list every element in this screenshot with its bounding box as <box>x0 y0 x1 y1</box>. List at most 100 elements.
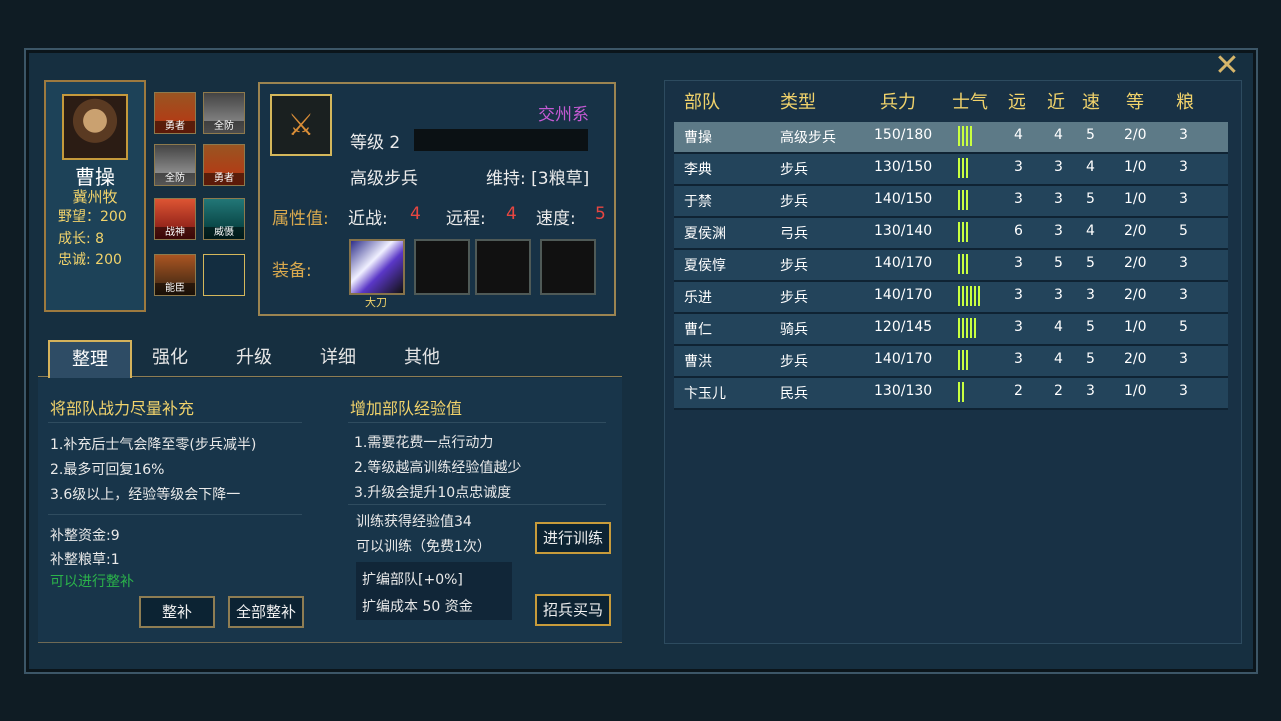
level-progress-bar <box>414 129 588 151</box>
hero-ambition: 野望：200 <box>58 209 127 225</box>
cell-range: 3 <box>1014 159 1023 175</box>
skill-icon[interactable]: 全防 <box>203 92 245 134</box>
table-row[interactable]: 曹洪 步兵 140/170 3 4 5 2/0 3 <box>674 346 1228 378</box>
table-row[interactable]: 夏侯惇 步兵 140/170 3 5 5 2/0 3 <box>674 250 1228 282</box>
cell-type: 步兵 <box>780 354 808 370</box>
tab-enhance[interactable]: 强化 <box>138 340 202 376</box>
table-row[interactable]: 曹仁 骑兵 120/145 3 4 5 1/0 5 <box>674 314 1228 346</box>
cell-unit: 曹仁 <box>684 322 712 338</box>
skill-label: 威慑 <box>204 227 244 239</box>
expand-info: 扩编部队[+0%] <box>362 572 463 588</box>
header-speed: 速 <box>1082 92 1100 113</box>
table-row[interactable]: 于禁 步兵 140/150 3 3 5 1/0 3 <box>674 186 1228 218</box>
header-range: 远 <box>1008 92 1026 113</box>
cell-unit: 曹操 <box>684 130 712 146</box>
weapon-slot[interactable] <box>349 239 405 295</box>
ranged-label: 远程: <box>446 209 486 229</box>
cell-type: 步兵 <box>780 194 808 210</box>
cell-food: 3 <box>1179 191 1188 207</box>
header-morale: 士气 <box>952 92 988 113</box>
hero-loyalty: 忠诚: 200 <box>58 252 122 268</box>
cell-type: 骑兵 <box>780 322 808 338</box>
table-row[interactable]: 曹操 高级步兵 150/180 4 4 5 2/0 3 <box>674 122 1228 154</box>
supply-all-button[interactable]: 全部整补 <box>228 596 304 628</box>
skill-icon[interactable]: 能臣 <box>154 254 196 296</box>
cell-unit: 李典 <box>684 162 712 178</box>
morale-bar <box>958 126 974 146</box>
unit-type-icon: ⚔ <box>270 94 332 156</box>
train-title: 增加部队经验值 <box>350 399 463 418</box>
equipment-slot[interactable] <box>414 239 470 295</box>
equipment-slot[interactable] <box>540 239 596 295</box>
skill-label: 能臣 <box>155 283 195 295</box>
close-icon[interactable]: ✕ <box>1212 51 1242 81</box>
table-row[interactable]: 乐进 步兵 140/170 3 3 3 2/0 3 <box>674 282 1228 314</box>
cell-melee: 4 <box>1054 127 1063 143</box>
empty-skill-slot[interactable] <box>203 254 245 296</box>
table-row[interactable]: 夏侯渊 弓兵 130/140 6 3 4 2/0 5 <box>674 218 1228 250</box>
cell-level: 1/0 <box>1124 159 1147 175</box>
tab-upgrade[interactable]: 升级 <box>222 340 286 376</box>
skill-icon[interactable]: 威慑 <box>203 198 245 240</box>
unit-type: 高级步兵 <box>350 169 418 189</box>
train-button[interactable]: 进行训练 <box>535 522 611 554</box>
cell-speed: 4 <box>1086 223 1095 239</box>
maintenance-cost: 维持: [3粮草] <box>486 169 590 189</box>
skill-icon[interactable]: 战神 <box>154 198 196 240</box>
cell-type: 高级步兵 <box>780 130 836 146</box>
recruit-button[interactable]: 招兵买马 <box>535 594 611 626</box>
cell-speed: 3 <box>1086 287 1095 303</box>
cell-troops: 140/170 <box>874 287 933 303</box>
skill-icon[interactable]: 勇者 <box>203 144 245 186</box>
cell-food: 3 <box>1179 255 1188 271</box>
cell-type: 步兵 <box>780 258 808 274</box>
morale-bar <box>958 222 970 242</box>
cell-speed: 3 <box>1086 383 1095 399</box>
table-row[interactable]: 卞玉儿 民兵 130/130 2 2 3 1/0 3 <box>674 378 1228 410</box>
cell-level: 1/0 <box>1124 319 1147 335</box>
cell-range: 3 <box>1014 255 1023 271</box>
cell-level: 2/0 <box>1124 255 1147 271</box>
header-food: 粮 <box>1176 92 1194 113</box>
train-rule: 1.需要花费一点行动力 <box>354 435 494 451</box>
hero-title: 冀州牧 <box>72 188 118 206</box>
equipment-slot[interactable] <box>475 239 531 295</box>
expand-cost: 扩编成本 50 资金 <box>362 599 473 615</box>
tab-other[interactable]: 其他 <box>390 340 454 376</box>
cell-range: 3 <box>1014 319 1023 335</box>
ranged-value: 4 <box>506 204 517 224</box>
header-unit: 部队 <box>684 92 720 113</box>
melee-label: 近战: <box>348 209 388 229</box>
cell-melee: 3 <box>1054 191 1063 207</box>
morale-bar <box>958 254 970 274</box>
cell-speed: 4 <box>1086 159 1095 175</box>
header-type: 类型 <box>780 92 816 113</box>
cell-unit: 乐进 <box>684 290 712 306</box>
equipment-label: 装备: <box>272 261 312 281</box>
morale-bar <box>958 318 978 338</box>
supply-food: 补整粮草:1 <box>50 552 120 568</box>
cell-troops: 140/170 <box>874 351 933 367</box>
morale-bar <box>958 350 970 370</box>
cell-type: 弓兵 <box>780 226 808 242</box>
tab-manage[interactable]: 整理 <box>48 340 132 378</box>
divider <box>348 504 606 505</box>
train-rule: 2.等级越高训练经验值越少 <box>354 460 522 476</box>
cell-type: 步兵 <box>780 290 808 306</box>
supply-button[interactable]: 整补 <box>139 596 215 628</box>
cell-melee: 3 <box>1054 287 1063 303</box>
cell-food: 3 <box>1179 383 1188 399</box>
skill-icon[interactable]: 勇者 <box>154 92 196 134</box>
skill-icon[interactable]: 全防 <box>154 144 196 186</box>
tab-details[interactable]: 详细 <box>306 340 370 376</box>
cell-melee: 5 <box>1054 255 1063 271</box>
header-level: 等 <box>1126 92 1144 113</box>
speed-label: 速度: <box>536 209 576 229</box>
cell-range: 3 <box>1014 191 1023 207</box>
supply-warning: 3.6级以上，经验等级会下降一 <box>50 487 241 503</box>
cell-speed: 5 <box>1086 255 1095 271</box>
cell-unit: 夏侯渊 <box>684 226 726 242</box>
cell-range: 2 <box>1014 383 1023 399</box>
cell-troops: 130/130 <box>874 383 933 399</box>
table-row[interactable]: 李典 步兵 130/150 3 3 4 1/0 3 <box>674 154 1228 186</box>
